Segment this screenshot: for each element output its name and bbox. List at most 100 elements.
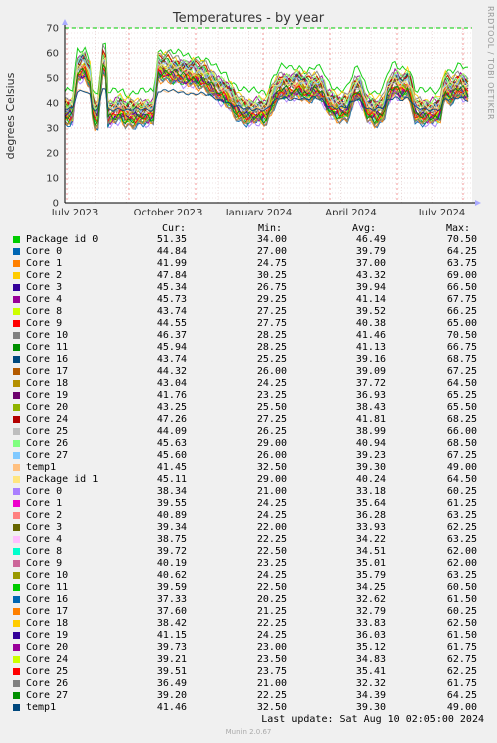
legend-swatch	[13, 248, 20, 255]
legend-cur: 45.34	[156, 282, 187, 293]
legend-max: 67.75	[446, 294, 477, 305]
legend-max: 63.25	[446, 510, 477, 521]
legend-row: Core 11 45.94 28.25 41.13 66.75	[0, 342, 497, 354]
legend-avg: 40.38	[355, 318, 386, 329]
legend-row: Core 24 39.21 23.50 34.83 62.75	[0, 654, 497, 666]
legend-swatch	[13, 344, 20, 351]
legend-avg: 36.03	[355, 630, 386, 641]
legend-name: Core 3	[26, 282, 63, 293]
legend-min: 28.25	[256, 330, 287, 341]
legend-min: 24.25	[256, 378, 287, 389]
legend-name: Core 16	[26, 594, 69, 605]
legend-min: 22.25	[256, 534, 287, 545]
last-update: Last update: Sat Aug 10 02:05:00 2024	[261, 714, 484, 725]
legend-avg: 32.32	[355, 678, 386, 689]
legend-max: 64.25	[446, 690, 477, 701]
legend-max: 62.25	[446, 666, 477, 677]
legend-cur: 37.33	[156, 594, 187, 605]
legend-min: 22.25	[256, 618, 287, 629]
legend-swatch	[13, 308, 20, 315]
legend-avg: 41.46	[355, 330, 386, 341]
legend-max: 63.75	[446, 258, 477, 269]
legend-avg: 37.72	[355, 378, 386, 389]
legend-avg: 36.28	[355, 510, 386, 521]
legend-avg: 32.62	[355, 594, 386, 605]
legend-name: Core 25	[26, 426, 69, 437]
legend-cur: 38.34	[156, 486, 187, 497]
legend-max: 63.25	[446, 570, 477, 581]
legend-swatch	[13, 488, 20, 495]
legend-swatch	[13, 332, 20, 339]
legend-max: 62.25	[446, 522, 477, 533]
legend-cur: 45.11	[156, 474, 187, 485]
legend-row: Core 20 43.25 25.50 38.43 65.50	[0, 402, 497, 414]
legend-max: 61.50	[446, 630, 477, 641]
legend-row: Core 9 44.55 27.75 40.38 65.00	[0, 318, 497, 330]
legend-name: Core 3	[26, 522, 63, 533]
legend-name: Core 20	[26, 642, 69, 653]
legend-cur: 43.04	[156, 378, 187, 389]
legend-min: 23.00	[256, 642, 287, 653]
legend-row: Core 25 44.09 26.25 38.99 66.00	[0, 426, 497, 438]
legend-row: Core 4 45.73 29.25 41.14 67.75	[0, 294, 497, 306]
legend-name: Core 2	[26, 270, 63, 281]
legend-name: Core 19	[26, 630, 69, 641]
legend-row: Core 0 38.34 21.00 33.18 60.25	[0, 486, 497, 498]
legend-avg: 33.93	[355, 522, 386, 533]
legend-row: Package id 0 51.35 34.00 46.49 70.50	[0, 234, 497, 246]
legend-name: Core 8	[26, 546, 63, 557]
legend-cur: 44.55	[156, 318, 187, 329]
legend-avg: 34.83	[355, 654, 386, 665]
legend-row: Core 3 39.34 22.00 33.93 62.25	[0, 522, 497, 534]
legend-row: Package id 1 45.11 29.00 40.24 64.50	[0, 474, 497, 486]
legend-cur: 45.60	[156, 450, 187, 461]
legend-swatch	[13, 500, 20, 507]
legend-name: Core 0	[26, 246, 63, 257]
legend-row: temp1 41.46 32.50 39.30 49.00	[0, 702, 497, 714]
legend-name: Core 25	[26, 666, 69, 677]
legend-avg: 39.30	[355, 702, 386, 713]
legend-max: 61.75	[446, 678, 477, 689]
legend-max: 61.75	[446, 642, 477, 653]
legend-max: 68.25	[446, 414, 477, 425]
legend-min: 30.25	[256, 270, 287, 281]
legend-avg: 43.32	[355, 270, 386, 281]
legend-max: 64.25	[446, 246, 477, 257]
legend-row: Core 18 38.42 22.25 33.83 62.50	[0, 618, 497, 630]
legend-swatch	[13, 596, 20, 603]
legend-min: 27.00	[256, 246, 287, 257]
legend-max: 64.50	[446, 378, 477, 389]
legend-cur: 40.62	[156, 570, 187, 581]
legend-min: 24.25	[256, 510, 287, 521]
legend-avg: 41.81	[355, 414, 386, 425]
legend-avg: 33.18	[355, 486, 386, 497]
legend-min: 23.25	[256, 390, 287, 401]
legend-name: Core 18	[26, 378, 69, 389]
legend-min: 21.00	[256, 678, 287, 689]
legend-name: Core 2	[26, 510, 63, 521]
legend-swatch	[13, 680, 20, 687]
legend-cur: 39.34	[156, 522, 187, 533]
legend-max: 68.50	[446, 438, 477, 449]
legend-avg: 35.01	[355, 558, 386, 569]
legend-swatch	[13, 392, 20, 399]
legend-avg: 41.13	[355, 342, 386, 353]
legend-swatch	[13, 536, 20, 543]
legend-swatch	[13, 356, 20, 363]
legend-max: 66.75	[446, 342, 477, 353]
legend-max: 49.00	[446, 462, 477, 473]
legend-name: Core 26	[26, 678, 69, 689]
legend-max: 64.50	[446, 474, 477, 485]
legend-cur: 40.19	[156, 558, 187, 569]
legend-name: Core 9	[26, 318, 63, 329]
legend-row: temp1 41.45 32.50 39.30 49.00	[0, 462, 497, 474]
legend-cur: 45.73	[156, 294, 187, 305]
legend-name: Core 27	[26, 450, 69, 461]
legend-name: Core 24	[26, 654, 69, 665]
legend-max: 66.00	[446, 426, 477, 437]
legend-avg: 41.14	[355, 294, 386, 305]
legend-name: Core 9	[26, 558, 63, 569]
legend-min: 27.25	[256, 306, 287, 317]
legend-cur: 43.74	[156, 306, 187, 317]
legend-name: Core 4	[26, 294, 63, 305]
